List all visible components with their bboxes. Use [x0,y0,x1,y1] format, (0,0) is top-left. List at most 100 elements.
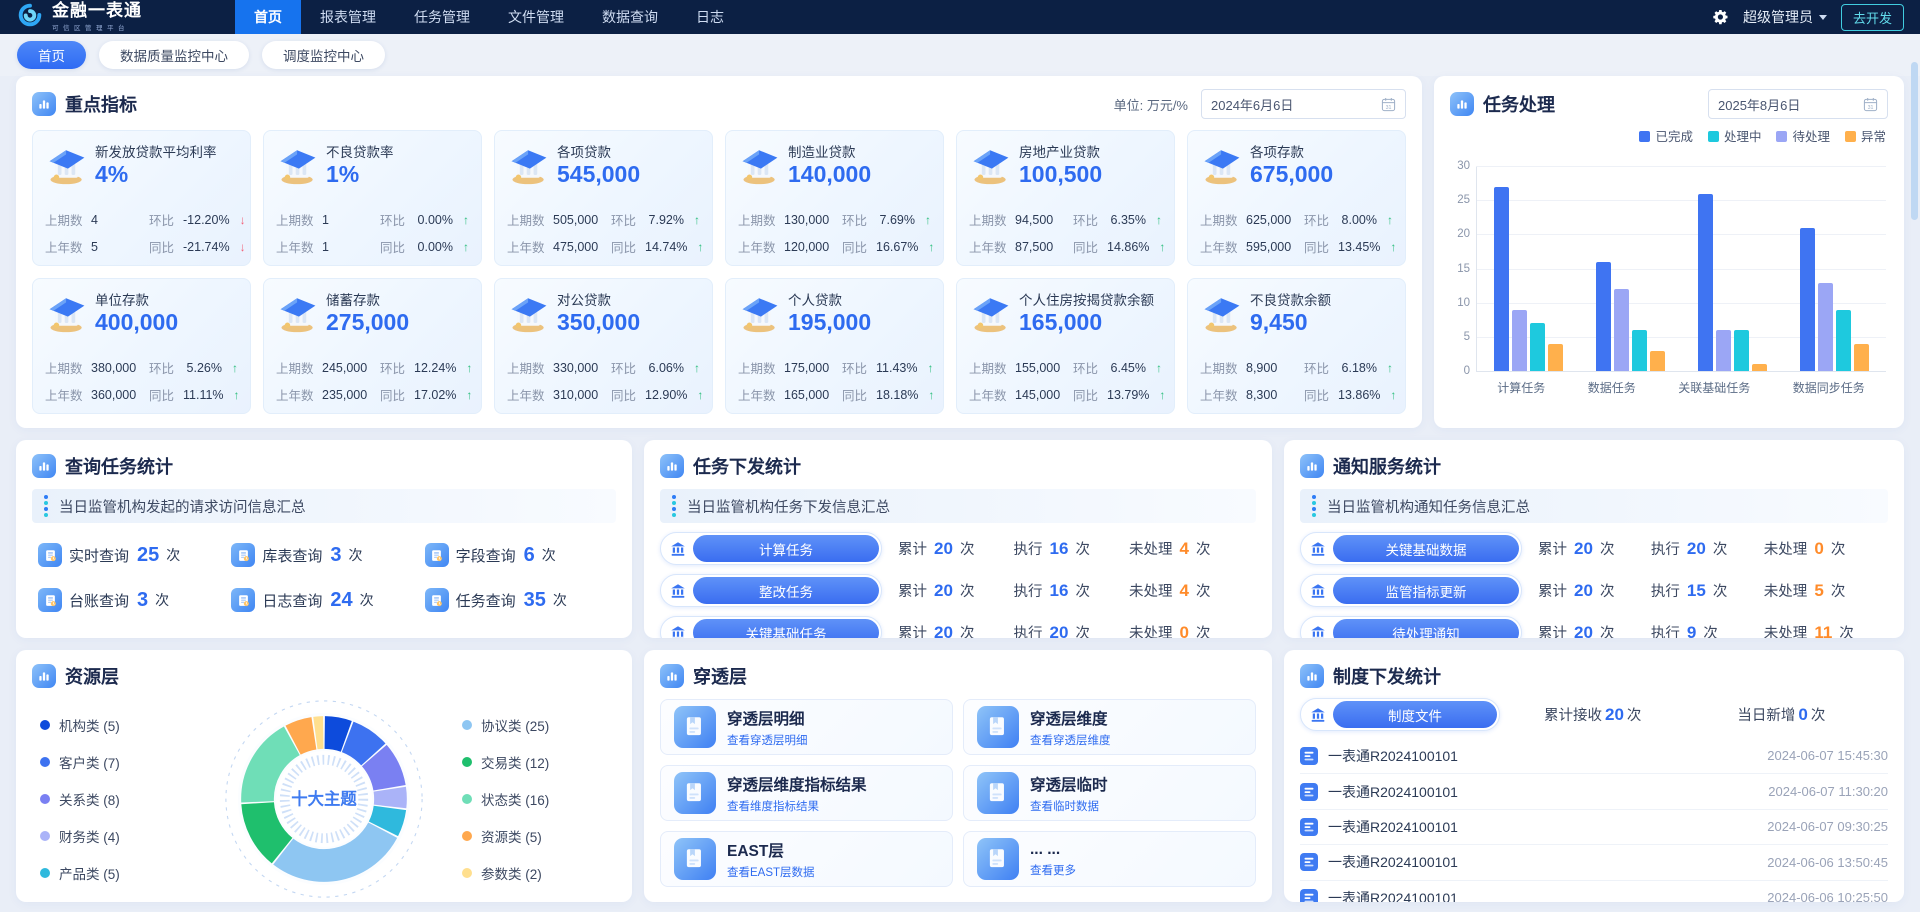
bar-待处理[interactable] [1818,283,1833,371]
bar-已完成[interactable] [1800,228,1815,371]
query-item-库表查询[interactable]: 库表查询 3 次 [231,543,416,567]
policy-row[interactable]: 一表通R2024100101 2024-06-06 10:25:50 [1300,880,1888,902]
panel-policy-stats: 制度下发统计 制度文件 累计接收20次 当日新增0次 [1284,650,1904,902]
nav-item-文件管理[interactable]: 文件管理 [489,0,583,34]
bar-处理中[interactable] [1632,330,1647,371]
go-develop-button[interactable]: 去开发 [1841,4,1904,31]
task-pill-待处理通知[interactable]: 待处理通知 [1300,616,1522,638]
settings-gear-icon[interactable] [1713,9,1729,25]
policy-row[interactable]: 一表通R2024100101 2024-06-07 15:45:30 [1300,738,1888,773]
bar-异常[interactable] [1752,364,1767,371]
date-picker[interactable]: 2024年6月6日 31 [1201,89,1406,119]
legend-dot [40,720,50,730]
y-tick: 10 [1446,297,1470,309]
donut-slice-资源类[interactable] [293,733,314,740]
legend-dot [40,794,50,804]
penetration-card-... ...[interactable]: ... ... 查看更多 [963,831,1256,887]
query-label: 字段查询 [456,545,516,566]
bar-异常[interactable] [1854,344,1869,371]
bar-处理中[interactable] [1836,310,1851,371]
donut-slice-参数类[interactable] [315,733,323,734]
task-pill-关键基础数据[interactable]: 关键基础数据 [1300,532,1522,565]
stat-exec: 执行 20 次 [1013,622,1128,638]
bar-处理中[interactable] [1530,323,1545,371]
penetration-link[interactable]: 查看穿透层明细 [727,732,808,748]
indicator-card[interactable]: 各项存款 675,000 上期数625,000环比8.00%↑ 上年数595,0… [1187,130,1406,266]
bar-已完成[interactable] [1698,194,1713,371]
task-pill-监管指标更新[interactable]: 监管指标更新 [1300,574,1522,607]
tab-数据质量监控中心[interactable]: 数据质量监控中心 [99,41,249,69]
task-pill-关键基础任务[interactable]: 关键基础任务 [660,616,882,638]
penetration-card-穿透层维度指标结果[interactable]: 穿透层维度指标结果 查看维度指标结果 [660,765,953,821]
indicator-card[interactable]: 各项贷款 545,000 上期数505,000环比7.92%↑ 上年数475,0… [494,130,713,266]
bar-异常[interactable] [1650,351,1665,371]
query-item-日志查询[interactable]: 日志查询 24 次 [231,588,416,612]
indicator-year-row: 上年数1同比0.00%↑ [276,237,469,256]
query-item-字段查询[interactable]: 字段查询 6 次 [425,543,610,567]
bar-待处理[interactable] [1614,289,1629,371]
legend-已完成[interactable]: 已完成 [1639,126,1693,145]
bar-处理中[interactable] [1734,330,1749,371]
penetration-link[interactable]: 查看EAST层数据 [727,864,815,880]
tab-首页[interactable]: 首页 [17,41,86,69]
nav-item-报表管理[interactable]: 报表管理 [301,0,395,34]
penetration-link[interactable]: 查看穿透层维度 [1030,732,1111,748]
policy-row[interactable]: 一表通R2024100101 2024-06-06 13:50:45 [1300,844,1888,879]
penetration-card-穿透层维度[interactable]: 穿透层维度 查看穿透层维度 [963,699,1256,755]
penetration-link[interactable]: 查看维度指标结果 [727,798,867,814]
policy-new-stat: 当日新增0次 [1737,704,1825,725]
indicator-title: 各项贷款 [557,141,640,161]
indicator-card[interactable]: 个人贷款 195,000 上期数175,000环比11.43%↑ 上年数165,… [725,278,944,414]
dots-icon [44,495,48,517]
nav-item-首页[interactable]: 首页 [235,0,301,34]
bar-异常[interactable] [1548,344,1563,371]
date-picker[interactable]: 2025年8月6日 31 [1708,89,1888,119]
penetration-link[interactable]: 查看更多 [1030,862,1076,878]
legend-异常[interactable]: 异常 [1845,126,1886,145]
donut-slice-客户类[interactable] [348,737,374,755]
bar-待处理[interactable] [1512,310,1527,371]
bar-待处理[interactable] [1716,330,1731,371]
bar-已完成[interactable] [1596,262,1611,371]
donut-slice-机构类[interactable] [325,733,347,737]
task-pill-整改任务[interactable]: 整改任务 [660,574,882,607]
legend-待处理[interactable]: 待处理 [1776,126,1830,145]
panel-title: 通知服务统计 [1333,453,1441,479]
user-dropdown[interactable]: 超级管理员 [1743,7,1827,27]
vertical-scrollbar[interactable] [1911,62,1918,220]
task-pill-计算任务[interactable]: 计算任务 [660,532,882,565]
task-pill-label: 监管指标更新 [1333,577,1519,604]
indicator-card[interactable]: 单位存款 400,000 上期数380,000环比5.26%↑ 上年数360,0… [32,278,251,414]
policy-row[interactable]: 一表通R2024100101 2024-06-07 11:30:20 [1300,773,1888,808]
donut-slice-财务类[interactable] [390,789,391,806]
indicator-card[interactable]: 制造业贷款 140,000 上期数130,000环比7.69%↑ 上年数120,… [725,130,944,266]
donut-slice-产品类[interactable] [383,808,389,829]
arrow-up-icon: ↑ [922,240,934,254]
chart-panel-icon [1300,454,1324,478]
nav-item-任务管理[interactable]: 任务管理 [395,0,489,34]
policy-file-pill[interactable]: 制度文件 [1300,698,1500,731]
indicator-card[interactable]: 对公贷款 350,000 上期数330,000环比6.06%↑ 上年数310,0… [494,278,713,414]
legend-处理中[interactable]: 处理中 [1708,126,1762,145]
donut-slice-关系类[interactable] [374,756,389,788]
penetration-card-EAST层[interactable]: EAST层 查看EAST层数据 [660,831,953,887]
indicator-year-row: 上年数360,000同比11.11%↑ [45,385,238,404]
penetration-link[interactable]: 查看临时数据 [1030,798,1108,814]
indicator-card[interactable]: 不良贷款率 1% 上期数1环比0.00%↑ 上年数1同比0.00%↑ [263,130,482,266]
query-item-实时查询[interactable]: 实时查询 25 次 [38,543,223,567]
tab-调度监控中心[interactable]: 调度监控中心 [262,41,385,69]
indicator-card[interactable]: 个人住房按揭贷款余额 165,000 上期数155,000环比6.45%↑ 上年… [956,278,1175,414]
bar-已完成[interactable] [1494,187,1509,371]
indicator-card[interactable]: 新发放贷款平均利率 4% 上期数4环比-12.20%↓ 上年数5同比-21.74… [32,130,251,266]
nav-item-日志[interactable]: 日志 [677,0,743,34]
indicator-card[interactable]: 储蓄存款 275,000 上期数245,000环比12.24%↑ 上年数235,… [263,278,482,414]
query-item-任务查询[interactable]: 任务查询 35 次 [425,588,610,612]
nav-item-数据查询[interactable]: 数据查询 [583,0,677,34]
indicator-card[interactable]: 不良贷款余额 9,450 上期数8,900环比6.18%↑ 上年数8,300同比… [1187,278,1406,414]
legend-dot [40,831,50,841]
query-item-台账查询[interactable]: 台账查询 3 次 [38,588,223,612]
indicator-card[interactable]: 房地产业贷款 100,500 上期数94,500环比6.35%↑ 上年数87,5… [956,130,1175,266]
policy-row[interactable]: 一表通R2024100101 2024-06-07 09:30:25 [1300,809,1888,844]
penetration-card-穿透层明细[interactable]: 穿透层明细 查看穿透层明细 [660,699,953,755]
penetration-card-穿透层临时[interactable]: 穿透层临时 查看临时数据 [963,765,1256,821]
